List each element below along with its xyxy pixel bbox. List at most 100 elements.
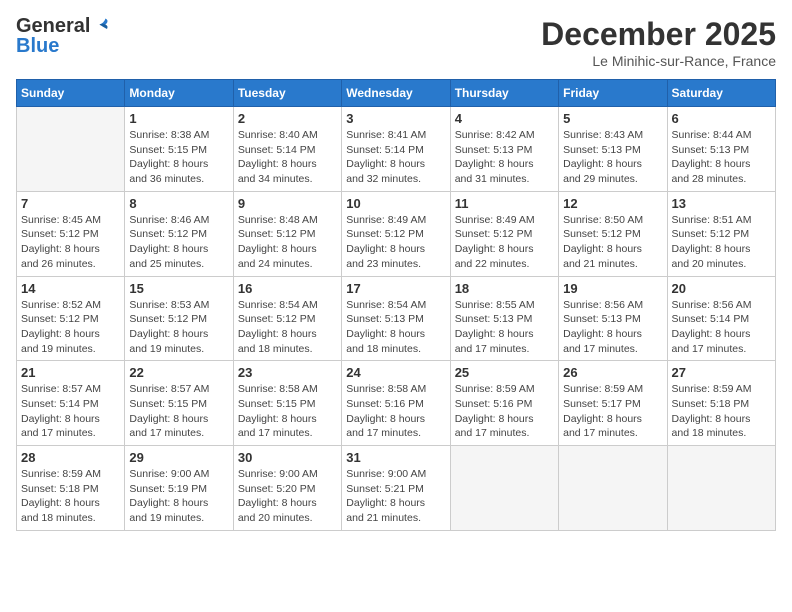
day-info: Sunrise: 8:52 AM Sunset: 5:12 PM Dayligh…: [21, 298, 120, 357]
logo-icon: [92, 17, 110, 35]
day-info: Sunrise: 8:50 AM Sunset: 5:12 PM Dayligh…: [563, 213, 662, 272]
calendar-table: SundayMondayTuesdayWednesdayThursdayFrid…: [16, 79, 776, 531]
day-number: 6: [672, 111, 771, 126]
day-info: Sunrise: 8:53 AM Sunset: 5:12 PM Dayligh…: [129, 298, 228, 357]
calendar-cell: [450, 446, 558, 531]
calendar-cell: 1Sunrise: 8:38 AM Sunset: 5:15 PM Daylig…: [125, 107, 233, 192]
day-info: Sunrise: 8:58 AM Sunset: 5:15 PM Dayligh…: [238, 382, 337, 441]
day-number: 15: [129, 281, 228, 296]
day-info: Sunrise: 8:43 AM Sunset: 5:13 PM Dayligh…: [563, 128, 662, 187]
calendar-cell: 7Sunrise: 8:45 AM Sunset: 5:12 PM Daylig…: [17, 191, 125, 276]
day-number: 7: [21, 196, 120, 211]
day-info: Sunrise: 8:56 AM Sunset: 5:13 PM Dayligh…: [563, 298, 662, 357]
day-number: 14: [21, 281, 120, 296]
day-number: 21: [21, 365, 120, 380]
calendar-cell: 26Sunrise: 8:59 AM Sunset: 5:17 PM Dayli…: [559, 361, 667, 446]
day-number: 31: [346, 450, 445, 465]
calendar-cell: 30 Sunrise: 9:00 AM Sunset: 5:20 PM Dayli…: [233, 446, 341, 531]
day-number: 28: [21, 450, 120, 465]
weekday-header: Tuesday: [233, 80, 341, 107]
day-info: Sunrise: 8:57 AM Sunset: 5:15 PM Dayligh…: [129, 382, 228, 441]
calendar-cell: [559, 446, 667, 531]
day-number: 18: [455, 281, 554, 296]
calendar-cell: 6 Sunrise: 8:44 AM Sunset: 5:13 PM Daylig…: [667, 107, 775, 192]
calendar-cell: 12 Sunrise: 8:50 AM Sunset: 5:12 PM Dayli…: [559, 191, 667, 276]
day-number: 10: [346, 196, 445, 211]
day-info: Sunrise: 8:59 AM Sunset: 5:18 PM Dayligh…: [672, 382, 771, 441]
day-number: 5: [563, 111, 662, 126]
weekday-header: Saturday: [667, 80, 775, 107]
day-number: 23: [238, 365, 337, 380]
logo-general-text: General: [16, 16, 90, 36]
day-number: 12: [563, 196, 662, 211]
calendar-cell: 22 Sunrise: 8:57 AM Sunset: 5:15 PM Dayli…: [125, 361, 233, 446]
day-number: 20: [672, 281, 771, 296]
calendar-cell: 5 Sunrise: 8:43 AM Sunset: 5:13 PM Daylig…: [559, 107, 667, 192]
day-info: Sunrise: 9:00 AM Sunset: 5:20 PM Dayligh…: [238, 467, 337, 526]
weekday-header: Friday: [559, 80, 667, 107]
day-info: Sunrise: 8:59 AM Sunset: 5:16 PM Dayligh…: [455, 382, 554, 441]
calendar-week-row: 1Sunrise: 8:38 AM Sunset: 5:15 PM Daylig…: [17, 107, 776, 192]
calendar-cell: 27 Sunrise: 8:59 AM Sunset: 5:18 PM Dayli…: [667, 361, 775, 446]
day-number: 27: [672, 365, 771, 380]
calendar-cell: 15 Sunrise: 8:53 AM Sunset: 5:12 PM Dayli…: [125, 276, 233, 361]
calendar-cell: 23 Sunrise: 8:58 AM Sunset: 5:15 PM Dayli…: [233, 361, 341, 446]
location-title: Le Minihic-sur-Rance, France: [541, 53, 776, 69]
weekday-header: Sunday: [17, 80, 125, 107]
day-number: 17: [346, 281, 445, 296]
day-number: 1: [129, 111, 228, 126]
page-header: General Blue December 2025 Le Minihic-su…: [16, 16, 776, 69]
day-info: Sunrise: 9:00 AM Sunset: 5:21 PM Dayligh…: [346, 467, 445, 526]
calendar-header-row: SundayMondayTuesdayWednesdayThursdayFrid…: [17, 80, 776, 107]
day-number: 29: [129, 450, 228, 465]
day-info: Sunrise: 8:54 AM Sunset: 5:12 PM Dayligh…: [238, 298, 337, 357]
calendar-week-row: 21Sunrise: 8:57 AM Sunset: 5:14 PM Dayli…: [17, 361, 776, 446]
day-number: 8: [129, 196, 228, 211]
month-title: December 2025: [541, 16, 776, 53]
day-info: Sunrise: 8:55 AM Sunset: 5:13 PM Dayligh…: [455, 298, 554, 357]
day-info: Sunrise: 8:51 AM Sunset: 5:12 PM Dayligh…: [672, 213, 771, 272]
calendar-week-row: 28 Sunrise: 8:59 AM Sunset: 5:18 PM Dayli…: [17, 446, 776, 531]
calendar-cell: 9 Sunrise: 8:48 AM Sunset: 5:12 PM Daylig…: [233, 191, 341, 276]
calendar-cell: [667, 446, 775, 531]
day-number: 11: [455, 196, 554, 211]
calendar-cell: 21Sunrise: 8:57 AM Sunset: 5:14 PM Dayli…: [17, 361, 125, 446]
calendar-cell: 24 Sunrise: 8:58 AM Sunset: 5:16 PM Dayli…: [342, 361, 450, 446]
day-number: 16: [238, 281, 337, 296]
day-info: Sunrise: 9:00 AM Sunset: 5:19 PM Dayligh…: [129, 467, 228, 526]
calendar-cell: 18 Sunrise: 8:55 AM Sunset: 5:13 PM Dayli…: [450, 276, 558, 361]
day-info: Sunrise: 8:59 AM Sunset: 5:18 PM Dayligh…: [21, 467, 120, 526]
day-number: 24: [346, 365, 445, 380]
weekday-header: Wednesday: [342, 80, 450, 107]
day-number: 2: [238, 111, 337, 126]
day-number: 19: [563, 281, 662, 296]
day-info: Sunrise: 8:46 AM Sunset: 5:12 PM Dayligh…: [129, 213, 228, 272]
calendar-week-row: 14 Sunrise: 8:52 AM Sunset: 5:12 PM Dayli…: [17, 276, 776, 361]
day-number: 4: [455, 111, 554, 126]
calendar-cell: 10Sunrise: 8:49 AM Sunset: 5:12 PM Dayli…: [342, 191, 450, 276]
calendar-cell: 8 Sunrise: 8:46 AM Sunset: 5:12 PM Daylig…: [125, 191, 233, 276]
day-info: Sunrise: 8:44 AM Sunset: 5:13 PM Dayligh…: [672, 128, 771, 187]
day-info: Sunrise: 8:58 AM Sunset: 5:16 PM Dayligh…: [346, 382, 445, 441]
logo-blue-text: Blue: [16, 36, 59, 56]
calendar-cell: 19 Sunrise: 8:56 AM Sunset: 5:13 PM Dayli…: [559, 276, 667, 361]
calendar-cell: 25Sunrise: 8:59 AM Sunset: 5:16 PM Dayli…: [450, 361, 558, 446]
day-number: 3: [346, 111, 445, 126]
day-info: Sunrise: 8:41 AM Sunset: 5:14 PM Dayligh…: [346, 128, 445, 187]
calendar-cell: 20Sunrise: 8:56 AM Sunset: 5:14 PM Dayli…: [667, 276, 775, 361]
day-info: Sunrise: 8:48 AM Sunset: 5:12 PM Dayligh…: [238, 213, 337, 272]
calendar-cell: 28 Sunrise: 8:59 AM Sunset: 5:18 PM Dayli…: [17, 446, 125, 531]
day-info: Sunrise: 8:42 AM Sunset: 5:13 PM Dayligh…: [455, 128, 554, 187]
day-number: 9: [238, 196, 337, 211]
day-number: 22: [129, 365, 228, 380]
weekday-header: Monday: [125, 80, 233, 107]
calendar-cell: 4 Sunrise: 8:42 AM Sunset: 5:13 PM Daylig…: [450, 107, 558, 192]
day-info: Sunrise: 8:49 AM Sunset: 5:12 PM Dayligh…: [455, 213, 554, 272]
calendar-cell: 16 Sunrise: 8:54 AM Sunset: 5:12 PM Dayli…: [233, 276, 341, 361]
weekday-header: Thursday: [450, 80, 558, 107]
calendar-week-row: 7Sunrise: 8:45 AM Sunset: 5:12 PM Daylig…: [17, 191, 776, 276]
calendar-cell: 14 Sunrise: 8:52 AM Sunset: 5:12 PM Dayli…: [17, 276, 125, 361]
calendar-cell: 11 Sunrise: 8:49 AM Sunset: 5:12 PM Dayli…: [450, 191, 558, 276]
calendar-cell: 31 Sunrise: 9:00 AM Sunset: 5:21 PM Dayli…: [342, 446, 450, 531]
day-number: 30: [238, 450, 337, 465]
